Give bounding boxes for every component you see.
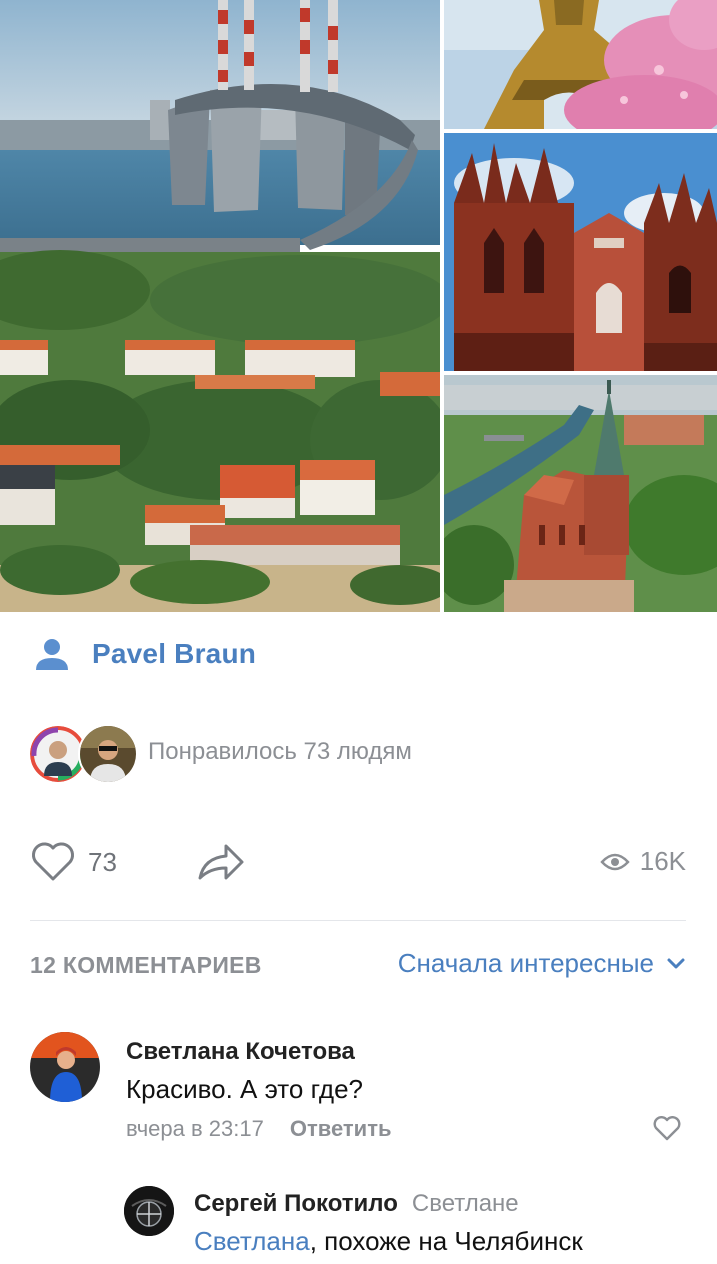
reply-button[interactable]: Ответить	[290, 1116, 392, 1142]
reply-to[interactable]: Светлане	[412, 1190, 519, 1217]
comments-sort-dropdown[interactable]: Сначала интересные	[398, 948, 686, 979]
eye-icon	[600, 853, 630, 870]
share-arrow-icon	[198, 844, 244, 880]
liker-avatars[interactable]	[28, 723, 138, 784]
comment-meta: вчера в 23:17 Ответить	[126, 1116, 392, 1142]
comment-text: Красиво. А это где?	[126, 1074, 363, 1104]
like-button[interactable]: 73	[30, 842, 117, 882]
reply-header: Сергей Покотило Светлане	[194, 1190, 519, 1218]
avatar[interactable]	[124, 1186, 174, 1236]
views-counter: 16K	[600, 846, 686, 877]
likes-summary-text: Понравилось 73 людям	[148, 738, 412, 765]
sort-label: Сначала интересные	[397, 948, 654, 978]
user-icon	[36, 639, 68, 670]
eiffel-tower-photo[interactable]	[444, 0, 717, 129]
heart-icon	[653, 1116, 681, 1141]
reply-author[interactable]: Сергей Покотило	[194, 1190, 398, 1217]
comments-header: 12 КОММЕНТАРИЕВ Сначала интересные	[30, 948, 686, 984]
reply-text: Светлана, похоже на Челябинск	[194, 1226, 583, 1257]
avatar[interactable]	[30, 1032, 100, 1102]
like-count: 73	[88, 846, 117, 877]
bridge-town-photo[interactable]	[0, 0, 440, 612]
comment-like-button[interactable]	[652, 1116, 682, 1147]
reply-body: , похоже на Челябинск	[309, 1226, 583, 1256]
divider	[30, 920, 686, 921]
post-author[interactable]: Pavel Braun	[34, 634, 256, 674]
share-button[interactable]	[196, 842, 246, 887]
avatar[interactable]	[78, 724, 138, 784]
reply-item: Сергей Покотило Светлане Светлана, похоже…	[124, 1184, 694, 1264]
heart-icon	[32, 842, 74, 881]
likes-summary[interactable]: Понравилось 73 людям	[28, 722, 412, 784]
views-count: 16K	[639, 846, 686, 876]
cathedral-aerial-photo[interactable]	[444, 375, 717, 612]
comment-time: вчера в 23:17	[126, 1116, 264, 1141]
comment-author[interactable]: Светлана Кочетова	[126, 1038, 355, 1066]
gothic-church-photo[interactable]	[444, 133, 717, 371]
reply-mention-link[interactable]: Светлана	[194, 1226, 310, 1256]
author-name[interactable]: Pavel Braun	[92, 638, 256, 670]
chevron-down-icon	[667, 958, 685, 968]
post-actions: 73 16K	[30, 838, 686, 890]
photo-collage	[0, 0, 717, 612]
comment-item: Светлана Кочетова Красиво. А это где? вч…	[30, 1032, 686, 1152]
comments-count: 12 КОММЕНТАРИЕВ	[30, 952, 262, 978]
